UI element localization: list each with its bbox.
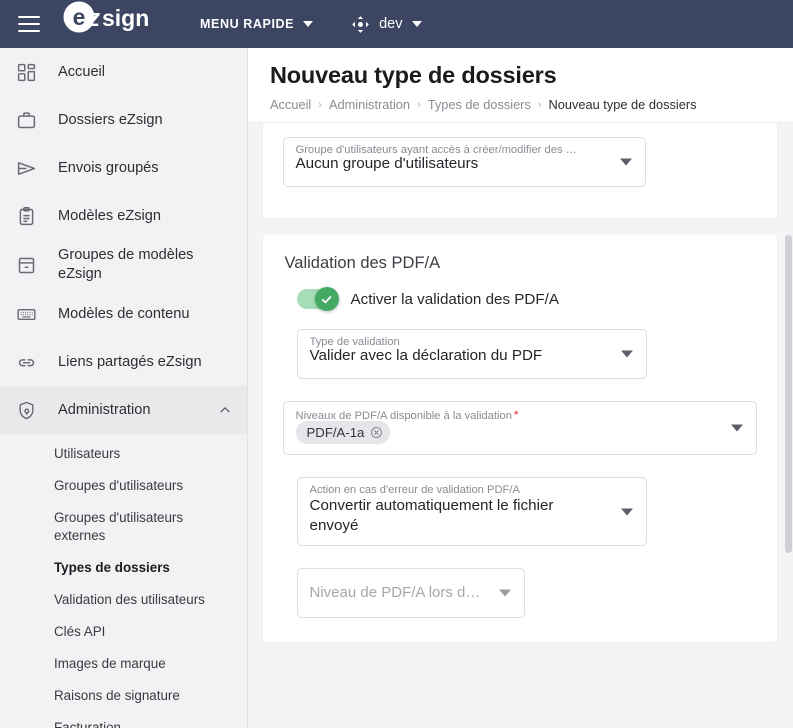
svg-text:sign: sign (102, 5, 149, 31)
quick-menu-dropdown[interactable]: MENU RAPIDE (200, 17, 314, 31)
user-group-select[interactable]: Groupe d'utilisateurs ayant accès à crée… (282, 137, 646, 187)
validation-type-select[interactable]: Type de validation Valider avec la décla… (296, 329, 647, 379)
pdfa-level-chip-label: PDF/A-1a (306, 425, 365, 440)
pdfa-enable-toggle-label: Activer la validation des PDF/A (350, 290, 560, 308)
sidebar-navigation: Accueil Dossiers eZsign Envois groupés M… (0, 48, 248, 728)
user-group-select-label: Groupe d'utilisateurs ayant accès à crée… (295, 144, 577, 156)
remove-chip-icon[interactable] (370, 426, 383, 439)
breadcrumb-item-types-de-dossiers[interactable]: Types de dossiers (428, 97, 531, 112)
vertical-scrollbar[interactable] (784, 123, 793, 724)
ezsign-logo[interactable]: e z sign (62, 0, 166, 48)
sidebar-item-modeles-de-contenu[interactable]: Modèles de contenu (0, 290, 247, 338)
pdfa-level-chip: PDF/A-1a (295, 421, 391, 444)
svg-text:e: e (73, 4, 86, 30)
pdfa-enable-toggle[interactable] (296, 287, 339, 311)
hamburger-menu-icon[interactable] (18, 16, 40, 32)
pdfa-levels-select[interactable]: Niveaux de PDF/A disponible à la validat… (282, 401, 757, 455)
sidebar-item-liens-partages-ezsign[interactable]: Liens partagés eZsign (0, 338, 247, 386)
validation-type-label: Type de validation (309, 336, 400, 348)
error-action-label: Action en cas d'erreur de validation PDF… (309, 484, 520, 496)
check-icon (321, 295, 332, 303)
chevron-down-icon (303, 21, 314, 27)
breadcrumb-item-current: Nouveau type de dossiers (548, 97, 697, 112)
subnav-item-types-de-dossiers[interactable]: Types de dossiers (0, 552, 247, 584)
sidebar-item-dossiers-ezsign[interactable]: Dossiers eZsign (0, 96, 247, 144)
pdfa-levels-label-text: Niveaux de PDF/A disponible à la validat… (295, 410, 512, 422)
keyboard-icon (16, 302, 42, 326)
sidebar-item-envois-groupes[interactable]: Envois groupés (0, 144, 247, 192)
move-arrows-icon (352, 15, 369, 33)
form-scroll-area: Groupe d'utilisateurs ayant accès à crée… (248, 123, 793, 724)
breadcrumb-separator-icon: › (318, 98, 322, 111)
dashboard-grid-icon (16, 60, 42, 84)
breadcrumb-item-administration[interactable]: Administration (329, 97, 410, 112)
subnav-item-images-de-marque[interactable]: Images de marque (0, 648, 247, 680)
subnav-item-cles-api[interactable]: Clés API (0, 616, 247, 648)
top-navigation-bar: e z sign MENU RAPIDE dev (0, 0, 793, 48)
error-action-select[interactable]: Action en cas d'erreur de validation PDF… (296, 477, 647, 546)
environment-selector[interactable]: dev (351, 15, 422, 34)
sidebar-item-label: Accueil (58, 63, 106, 80)
chevron-up-icon[interactable] (217, 402, 233, 418)
chevron-down-icon[interactable] (620, 350, 633, 358)
archive-box-icon (16, 253, 42, 277)
link-icon (16, 350, 42, 374)
scrollbar-thumb[interactable] (785, 235, 792, 553)
sidebar-item-accueil[interactable]: Accueil (0, 48, 247, 96)
chevron-down-icon (411, 21, 422, 27)
bottom-spacer (248, 716, 793, 728)
main-content: Nouveau type de dossiers Accueil › Admin… (248, 48, 793, 728)
administration-submenu: Utilisateurs Groupes d'utilisateurs Grou… (0, 434, 247, 728)
environment-name: dev (379, 16, 403, 32)
subnav-item-groupes-utilisateurs[interactable]: Groupes d'utilisateurs (0, 470, 247, 502)
pdfa-validation-card: Validation des PDF/A Activer la validati… (261, 233, 778, 643)
pdfa-section-title: Validation des PDF/A (284, 254, 441, 272)
app-root: e z sign MENU RAPIDE dev Accueil Dossier… (0, 0, 793, 728)
briefcase-icon (16, 108, 42, 132)
page-header: Nouveau type de dossiers Accueil › Admin… (248, 48, 793, 123)
subnav-item-validation-des-utilisateurs[interactable]: Validation des utilisateurs (0, 584, 247, 616)
chevron-down-icon[interactable] (620, 508, 633, 515)
svg-text:z: z (87, 5, 100, 32)
sidebar-item-label: Envois groupés (58, 159, 159, 176)
subnav-item-groupes-utilisateurs-externes[interactable]: Groupes d'utilisateurs externes (0, 502, 247, 552)
send-icon (16, 156, 42, 180)
conversion-level-placeholder: Niveau de PDF/A lors d… (309, 584, 481, 601)
error-action-value: Convertir automatiquement le fichier env… (309, 497, 554, 534)
chevron-down-icon[interactable] (730, 424, 743, 432)
user-group-select-value: Aucun groupe d'utilisateurs (295, 155, 479, 172)
shield-user-icon (16, 398, 42, 422)
clipboard-icon (16, 204, 42, 228)
chevron-down-icon[interactable] (619, 158, 632, 166)
subnav-item-utilisateurs[interactable]: Utilisateurs (0, 438, 247, 470)
sidebar-item-label: Dossiers eZsign (58, 111, 163, 128)
required-marker: * (513, 408, 519, 422)
conversion-level-select[interactable]: Niveau de PDF/A lors d… (296, 568, 525, 618)
sidebar-item-label: Groupes de modèles eZsign (58, 247, 194, 282)
breadcrumb-separator-icon: › (537, 98, 542, 111)
subnav-item-facturation[interactable]: Facturation (0, 712, 247, 728)
chevron-down-icon[interactable] (498, 589, 511, 597)
sidebar-item-label: Administration (58, 401, 151, 418)
pdfa-enable-toggle-row: Activer la validation des PDF/A (296, 287, 757, 311)
breadcrumb-separator-icon: › (417, 98, 421, 111)
toggle-thumb (314, 287, 339, 311)
breadcrumb: Accueil › Administration › Types de doss… (270, 97, 771, 112)
subnav-item-raisons-de-signature[interactable]: Raisons de signature (0, 680, 247, 712)
access-group-card: Groupe d'utilisateurs ayant accès à crée… (261, 123, 778, 219)
pdfa-levels-label: Niveaux de PDF/A disponible à la validat… (296, 408, 519, 422)
sidebar-item-label: Modèles eZsign (58, 207, 162, 224)
sidebar-item-groupes-de-modeles-ezsign[interactable]: Groupes de modèles eZsign (0, 240, 247, 290)
sidebar-item-modeles-ezsign[interactable]: Modèles eZsign (0, 192, 247, 240)
page-title: Nouveau type de dossiers (270, 62, 557, 88)
sidebar-item-label: Liens partagés eZsign (58, 353, 202, 370)
validation-type-value: Valider avec la déclaration du PDF (309, 347, 543, 364)
breadcrumb-item-accueil[interactable]: Accueil (270, 97, 311, 112)
sidebar-item-administration[interactable]: Administration (0, 386, 247, 434)
quick-menu-label: MENU RAPIDE (200, 17, 295, 31)
sidebar-item-label: Modèles de contenu (58, 305, 190, 322)
